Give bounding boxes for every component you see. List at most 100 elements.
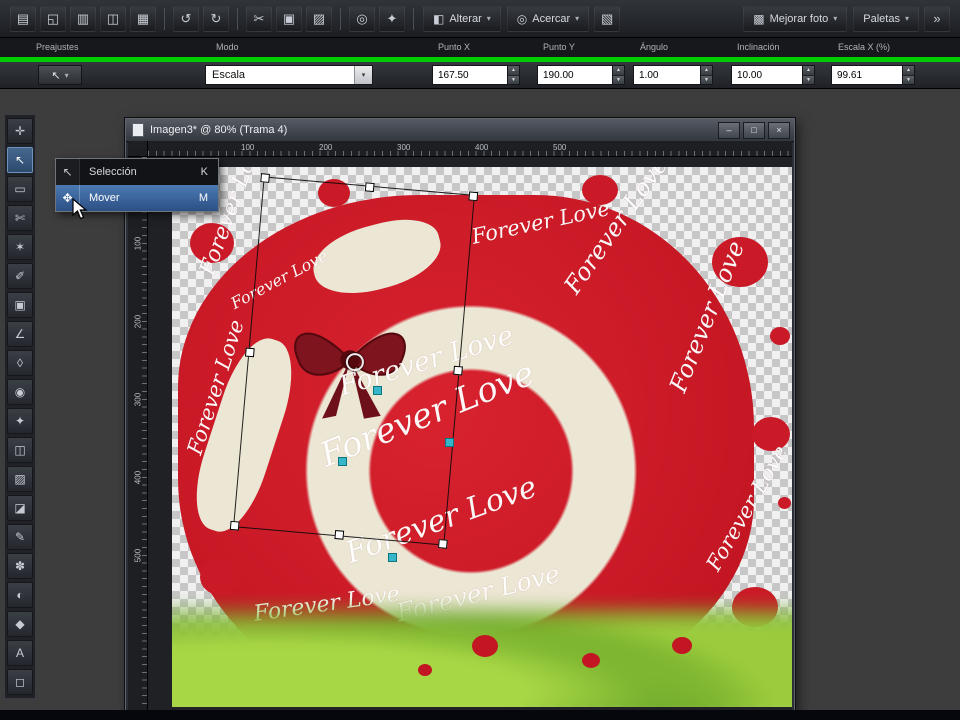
close-button[interactable]: × bbox=[768, 121, 790, 139]
tool-lighten-darken-button[interactable]: ◐ bbox=[7, 582, 33, 608]
pan-icon: ✛ bbox=[14, 124, 26, 138]
ruler-label: 400 bbox=[133, 470, 143, 485]
combobox-dropdown-icon[interactable]: ▾ bbox=[354, 66, 372, 84]
punto-x-label: Punto X bbox=[438, 42, 471, 52]
inclinacion-value[interactable]: 10.00 bbox=[731, 65, 803, 85]
cut-icon: ✂ bbox=[253, 10, 265, 26]
spin-down-icon[interactable]: ▼ bbox=[508, 74, 519, 84]
punto-y-value[interactable]: 190.00 bbox=[537, 65, 613, 85]
print-button[interactable]: ▦ bbox=[130, 5, 156, 32]
image-canvas[interactable]: Forever Love Forever Love Forever Love F… bbox=[172, 167, 792, 707]
browse-icon: ◫ bbox=[106, 10, 120, 26]
tool-clone-button[interactable]: ◫ bbox=[7, 437, 33, 463]
horizontal-ruler[interactable]: 100 200 300 400 500 bbox=[148, 141, 792, 157]
tool-pan-button[interactable]: ✛ bbox=[7, 118, 33, 144]
toolbar-separator bbox=[237, 7, 238, 30]
tool-text-button[interactable]: A bbox=[7, 640, 33, 666]
magic-wand-icon: ✶ bbox=[14, 240, 26, 254]
tool-dropper-button[interactable]: ✐ bbox=[7, 263, 33, 289]
spin-up-icon[interactable]: ▲ bbox=[508, 66, 519, 75]
tool-magic-wand-button[interactable]: ✶ bbox=[7, 234, 33, 260]
tool-makeover-button[interactable]: ✦ bbox=[7, 408, 33, 434]
punto-x-value[interactable]: 167.50 bbox=[432, 65, 508, 85]
selection-icon: ▭ bbox=[14, 182, 26, 196]
mejorar-foto-button[interactable]: ▩ Mejorar foto ▾ bbox=[743, 5, 848, 32]
escala-x-stepper[interactable]: ▲ ▼ bbox=[903, 65, 915, 85]
inclinacion-field[interactable]: 10.00 ▲ ▼ bbox=[731, 65, 815, 85]
cut-button[interactable]: ✂ bbox=[246, 5, 272, 32]
toolbar-overflow-button[interactable]: » bbox=[924, 5, 950, 32]
tool-preset-shapes-button[interactable]: ◻ bbox=[7, 669, 33, 695]
inclinacion-stepper[interactable]: ▲ ▼ bbox=[803, 65, 815, 85]
tool-preset-button[interactable]: ↖ ▾ bbox=[38, 65, 82, 85]
maximize-button[interactable]: □ bbox=[743, 121, 765, 139]
vertical-ruler[interactable]: 100 200 300 400 500 bbox=[128, 157, 148, 711]
spin-down-icon[interactable]: ▼ bbox=[701, 74, 712, 84]
zoom-button[interactable]: ◎ bbox=[349, 5, 375, 32]
tool-airbrush-button[interactable]: ✽ bbox=[7, 553, 33, 579]
punto-x-stepper[interactable]: ▲ ▼ bbox=[508, 65, 520, 85]
flyout-item-seleccion[interactable]: ↖ Selección K bbox=[56, 159, 218, 185]
tool-red-eye-button[interactable]: ◉ bbox=[7, 379, 33, 405]
document-body: 100 200 300 400 500 100 200 300 400 500 bbox=[128, 141, 792, 711]
preset-shapes-icon: ◻ bbox=[15, 675, 25, 689]
ruler-label: 100 bbox=[133, 236, 143, 251]
spin-up-icon[interactable]: ▲ bbox=[803, 66, 814, 75]
tool-eraser-button[interactable]: ◪ bbox=[7, 495, 33, 521]
green-divider bbox=[0, 57, 960, 62]
spin-down-icon[interactable]: ▼ bbox=[803, 74, 814, 84]
escala-x-label: Escala X (%) bbox=[838, 42, 891, 52]
airbrush-icon: ✽ bbox=[14, 559, 26, 573]
spin-down-icon[interactable]: ▼ bbox=[903, 74, 914, 84]
spin-down-icon[interactable]: ▼ bbox=[613, 74, 624, 84]
angulo-value[interactable]: 1.00 bbox=[633, 65, 701, 85]
capture-button[interactable]: ✦ bbox=[379, 5, 405, 32]
tool-brush-button[interactable]: ✎ bbox=[7, 524, 33, 550]
spin-up-icon[interactable]: ▲ bbox=[903, 66, 914, 75]
panel-button[interactable]: ▧ bbox=[594, 5, 621, 32]
flyout-item-label: Selección bbox=[89, 166, 137, 178]
browse-button[interactable]: ◫ bbox=[100, 5, 126, 32]
text-tool-icon: A bbox=[15, 646, 24, 660]
paint-splat bbox=[778, 497, 791, 509]
paint-splat bbox=[582, 653, 600, 668]
tool-scratch-remover-button[interactable]: ▨ bbox=[7, 466, 33, 492]
clone-icon: ◫ bbox=[14, 443, 26, 457]
redo-button[interactable]: ↻ bbox=[203, 5, 229, 32]
document-titlebar[interactable]: Imagen3* @ 80% (Trama 4) – □ × bbox=[126, 119, 794, 142]
tool-straighten-button[interactable]: ∠ bbox=[7, 321, 33, 347]
punto-y-field[interactable]: 190.00 ▲ ▼ bbox=[537, 65, 625, 85]
tool-crop-button[interactable]: ▣ bbox=[7, 292, 33, 318]
spin-up-icon[interactable]: ▲ bbox=[613, 66, 624, 75]
tool-pick-button[interactable]: ↖ bbox=[7, 147, 33, 173]
punto-x-field[interactable]: 167.50 ▲ ▼ bbox=[432, 65, 520, 85]
angulo-field[interactable]: 1.00 ▲ ▼ bbox=[633, 65, 713, 85]
inclinacion-label: Inclinación bbox=[737, 42, 780, 52]
presets-label: Preajustes bbox=[36, 42, 79, 52]
minimize-button[interactable]: – bbox=[718, 121, 740, 139]
spin-up-icon[interactable]: ▲ bbox=[701, 66, 712, 75]
paletas-button[interactable]: Paletas ▾ bbox=[853, 5, 919, 32]
acercar-button[interactable]: ◎ Acercar ▾ bbox=[506, 5, 590, 32]
paste-button[interactable]: ▨ bbox=[306, 5, 332, 32]
tool-selection-button[interactable]: ▭ bbox=[7, 176, 33, 202]
canvas-viewport[interactable]: Forever Love Forever Love Forever Love F… bbox=[148, 157, 792, 711]
tool-freehand-selection-button[interactable]: ✄ bbox=[7, 205, 33, 231]
copy-button[interactable]: ▣ bbox=[276, 5, 302, 32]
punto-y-stepper[interactable]: ▲ ▼ bbox=[613, 65, 625, 85]
save-button[interactable]: ▥ bbox=[70, 5, 96, 32]
mode-combobox[interactable]: Escala ▾ bbox=[205, 65, 373, 85]
toolbar-separator bbox=[413, 7, 414, 30]
open-button[interactable]: ◱ bbox=[40, 5, 66, 32]
tool-perspective-button[interactable]: ◊ bbox=[7, 350, 33, 376]
paint-splat bbox=[318, 179, 350, 207]
escala-x-value[interactable]: 99.61 bbox=[831, 65, 903, 85]
new-button[interactable]: ▤ bbox=[10, 5, 36, 32]
escala-x-field[interactable]: 99.61 ▲ ▼ bbox=[831, 65, 915, 85]
angulo-stepper[interactable]: ▲ ▼ bbox=[701, 65, 713, 85]
tool-flood-fill-button[interactable]: ◆ bbox=[7, 611, 33, 637]
top-toolbar: ▤ ◱ ▥ ◫ ▦ ↺ ↻ ✂ ▣ ▨ ◎ ✦ ◧ Alterar ▾ ◎ Ac… bbox=[0, 0, 960, 38]
undo-button[interactable]: ↺ bbox=[173, 5, 199, 32]
alterar-button[interactable]: ◧ Alterar ▾ bbox=[423, 5, 501, 32]
ruler-label: 300 bbox=[133, 392, 143, 407]
